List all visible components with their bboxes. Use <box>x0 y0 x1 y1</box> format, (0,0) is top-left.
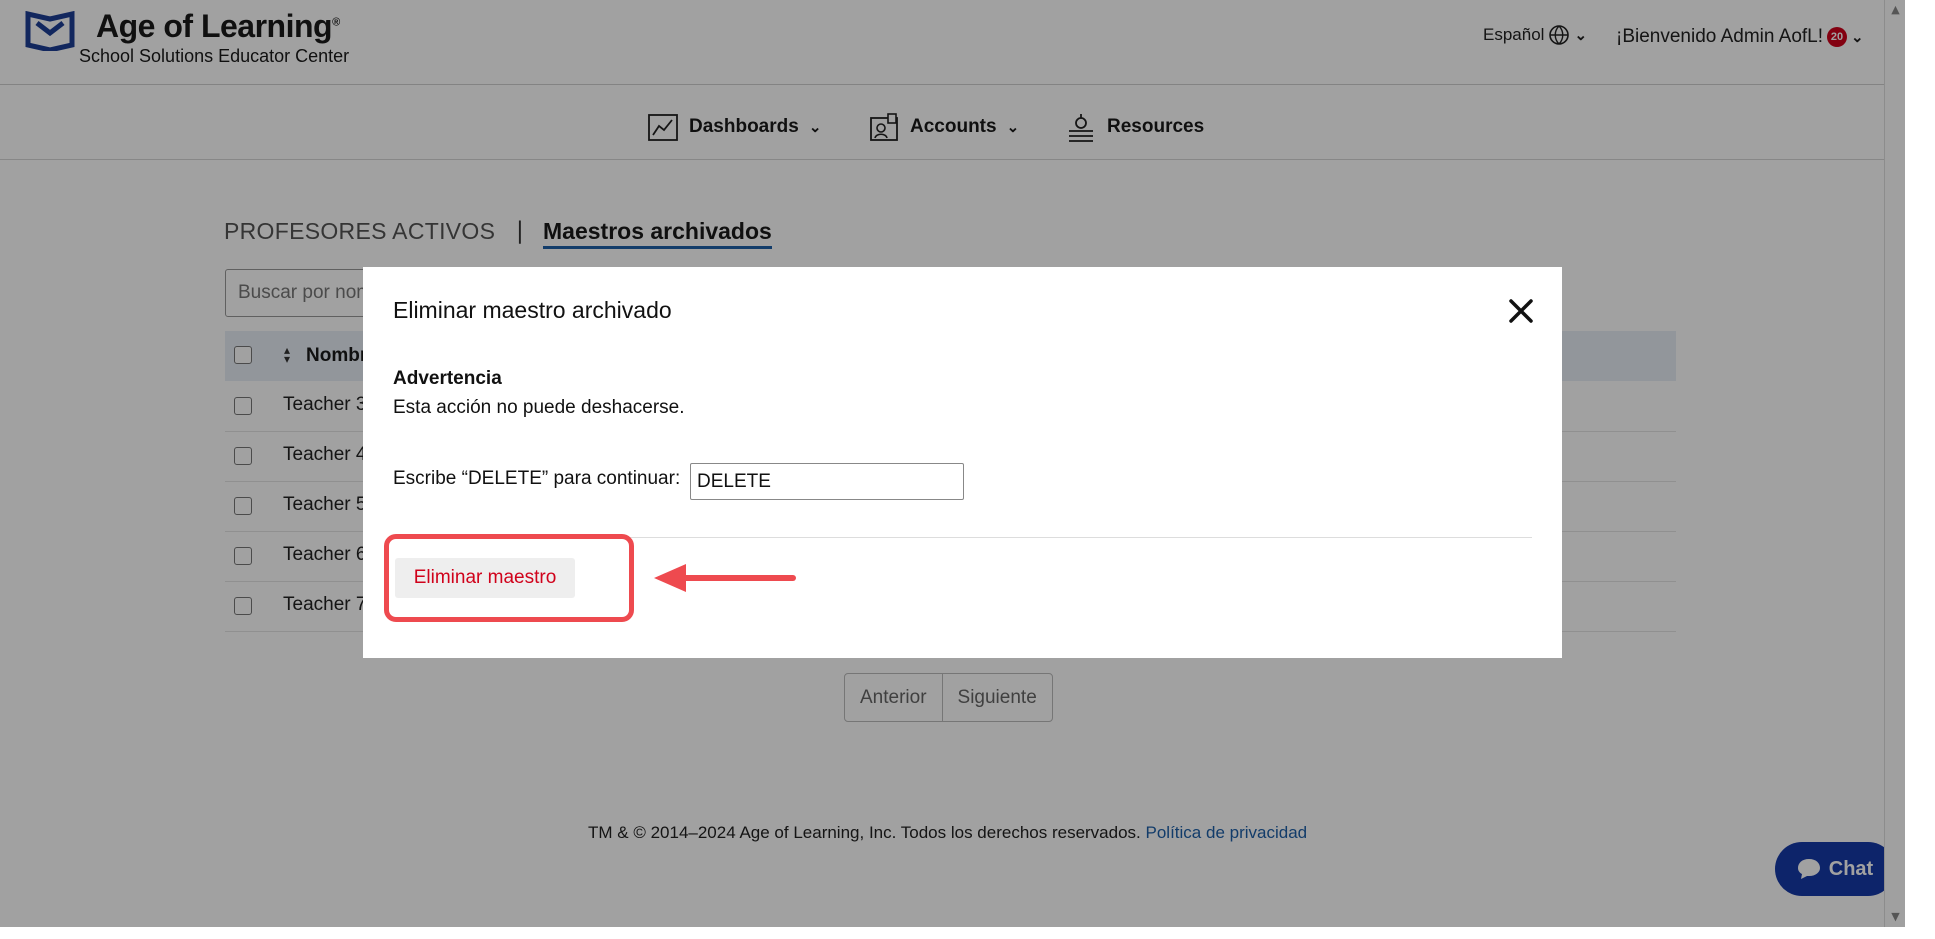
browser-viewport: Age of Learning® School Solutions Educat… <box>0 0 1905 927</box>
screenshot-frame-right <box>1905 0 1935 939</box>
scroll-down-icon[interactable]: ▼ <box>1885 907 1905 927</box>
modal-title: Eliminar maestro archivado <box>393 297 672 323</box>
confirm-label: Escribe “DELETE” para continuar: <box>393 468 681 489</box>
screenshot-frame-bottom <box>0 927 1935 939</box>
scroll-up-icon[interactable]: ▲ <box>1885 0 1905 20</box>
vertical-scrollbar[interactable]: ▲ ▼ <box>1884 0 1905 927</box>
close-icon[interactable] <box>1505 295 1537 327</box>
warning-text: Esta acción no puede deshacerse. <box>393 397 685 418</box>
annotation-arrow-icon <box>654 564 796 592</box>
warning-title: Advertencia <box>393 368 502 389</box>
delete-confirm-input[interactable] <box>690 463 964 500</box>
annotation-highlight-box <box>384 534 634 622</box>
